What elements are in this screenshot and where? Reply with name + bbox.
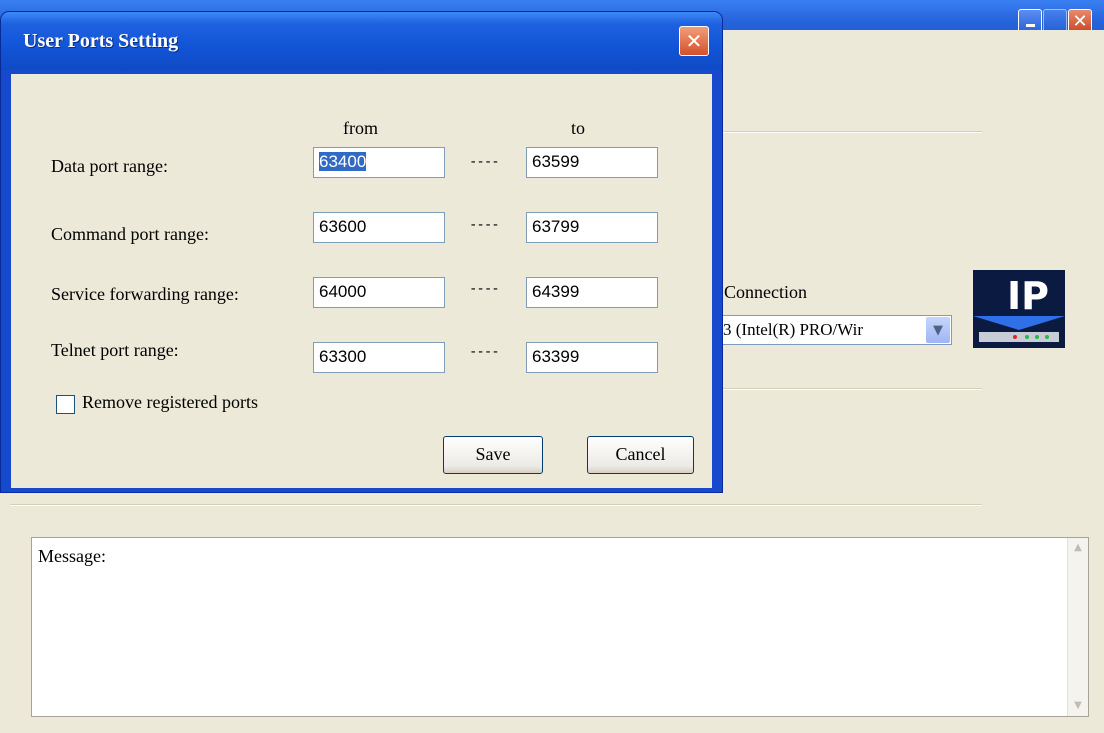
- command-port-from-input[interactable]: 63600: [313, 212, 445, 243]
- ip-logo-icon: IP: [973, 270, 1065, 348]
- ip-logo-arrow: [973, 316, 1065, 330]
- scroll-down-icon[interactable]: ▼: [1070, 698, 1086, 714]
- adapter-value: 3 (Intel(R) PRO/Wir: [723, 320, 864, 339]
- telnet-port-from-value: 63300: [319, 347, 367, 366]
- ip-logo-led: [1045, 335, 1049, 339]
- chevron-down-icon[interactable]: ▼: [926, 317, 950, 343]
- data-port-to-value: 63599: [532, 152, 580, 171]
- range-separator: ----: [469, 344, 500, 360]
- telnet-port-to-input[interactable]: 63399: [526, 342, 658, 373]
- service-forwarding-from-value: 64000: [319, 282, 367, 301]
- telnet-port-label: Telnet port range:: [51, 340, 179, 360]
- service-forwarding-to-input[interactable]: 64399: [526, 277, 658, 308]
- from-column-header: from: [343, 118, 378, 138]
- ip-logo-led: [1025, 335, 1029, 339]
- close-icon: ✕: [1072, 10, 1088, 32]
- divider: [10, 504, 982, 506]
- minimize-icon: [1025, 24, 1035, 27]
- command-port-from-value: 63600: [319, 217, 367, 236]
- divider: [720, 388, 982, 390]
- remove-registered-ports-checkbox[interactable]: [56, 395, 75, 414]
- user-ports-dialog: User Ports Setting ✕ from to Data port r…: [1, 12, 722, 492]
- range-separator: ----: [469, 217, 500, 233]
- ip-logo-led: [1035, 335, 1039, 339]
- telnet-port-to-value: 63399: [532, 347, 580, 366]
- dialog-title: User Ports Setting: [23, 30, 179, 52]
- data-port-from-value: 63400: [319, 152, 367, 171]
- dialog-close-button[interactable]: ✕: [679, 26, 709, 56]
- cancel-button[interactable]: Cancel: [587, 436, 694, 474]
- command-port-to-input[interactable]: 63799: [526, 212, 658, 243]
- command-port-to-value: 63799: [532, 217, 580, 236]
- data-port-label: Data port range:: [51, 156, 168, 176]
- ip-logo-text: IP: [1007, 274, 1049, 318]
- message-scrollbar[interactable]: ▲ ▼: [1067, 538, 1088, 716]
- save-button[interactable]: Save: [443, 436, 543, 474]
- service-forwarding-label: Service forwarding range:: [51, 284, 239, 304]
- telnet-port-from-input[interactable]: 63300: [313, 342, 445, 373]
- ip-logo-led: [1013, 335, 1017, 339]
- range-separator: ----: [469, 281, 500, 297]
- range-separator: ----: [469, 154, 500, 170]
- close-icon: ✕: [685, 29, 703, 53]
- message-label: Message:: [38, 546, 106, 566]
- data-port-from-input[interactable]: 63400: [313, 147, 445, 178]
- message-panel[interactable]: Message: ▲ ▼: [31, 537, 1089, 717]
- divider: [720, 131, 982, 133]
- network-adapter-select[interactable]: 3 (Intel(R) PRO/Wir ▼: [718, 315, 952, 345]
- connection-label: Connection: [724, 282, 807, 302]
- service-forwarding-from-input[interactable]: 64000: [313, 277, 445, 308]
- command-port-label: Command port range:: [51, 224, 209, 244]
- dialog-body: from to Data port range: 63400 ---- 6359…: [11, 74, 712, 488]
- dialog-titlebar: User Ports Setting ✕: [1, 12, 722, 70]
- to-column-header: to: [571, 118, 586, 138]
- data-port-to-input[interactable]: 63599: [526, 147, 658, 178]
- service-forwarding-to-value: 64399: [532, 282, 580, 301]
- scroll-up-icon[interactable]: ▲: [1070, 540, 1086, 556]
- remove-registered-ports-label[interactable]: Remove registered ports: [82, 392, 258, 413]
